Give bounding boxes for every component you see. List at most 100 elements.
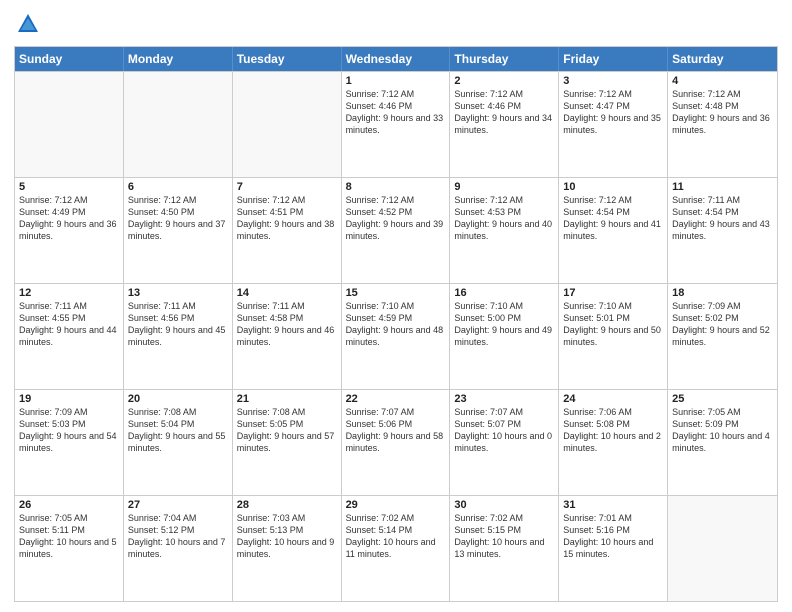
day-info: Sunrise: 7:11 AM Sunset: 4:54 PM Dayligh…: [672, 194, 773, 243]
day-number: 5: [19, 181, 119, 193]
calendar-cell: 6Sunrise: 7:12 AM Sunset: 4:50 PM Daylig…: [124, 178, 233, 283]
day-info: Sunrise: 7:11 AM Sunset: 4:55 PM Dayligh…: [19, 300, 119, 349]
calendar-week-row: 19Sunrise: 7:09 AM Sunset: 5:03 PM Dayli…: [15, 389, 777, 495]
day-number: 17: [563, 287, 663, 299]
day-number: 19: [19, 393, 119, 405]
calendar-cell: 16Sunrise: 7:10 AM Sunset: 5:00 PM Dayli…: [450, 284, 559, 389]
calendar-cell: 23Sunrise: 7:07 AM Sunset: 5:07 PM Dayli…: [450, 390, 559, 495]
day-number: 7: [237, 181, 337, 193]
calendar-cell: 18Sunrise: 7:09 AM Sunset: 5:02 PM Dayli…: [668, 284, 777, 389]
calendar-cell: 14Sunrise: 7:11 AM Sunset: 4:58 PM Dayli…: [233, 284, 342, 389]
day-info: Sunrise: 7:04 AM Sunset: 5:12 PM Dayligh…: [128, 512, 228, 561]
calendar-cell: [124, 72, 233, 177]
calendar-cell: 8Sunrise: 7:12 AM Sunset: 4:52 PM Daylig…: [342, 178, 451, 283]
day-number: 9: [454, 181, 554, 193]
calendar-cell: 27Sunrise: 7:04 AM Sunset: 5:12 PM Dayli…: [124, 496, 233, 601]
calendar-week-row: 12Sunrise: 7:11 AM Sunset: 4:55 PM Dayli…: [15, 283, 777, 389]
day-number: 18: [672, 287, 773, 299]
calendar-cell: 31Sunrise: 7:01 AM Sunset: 5:16 PM Dayli…: [559, 496, 668, 601]
logo: [14, 10, 46, 38]
day-number: 3: [563, 75, 663, 87]
day-number: 26: [19, 499, 119, 511]
calendar-cell: 24Sunrise: 7:06 AM Sunset: 5:08 PM Dayli…: [559, 390, 668, 495]
day-info: Sunrise: 7:01 AM Sunset: 5:16 PM Dayligh…: [563, 512, 663, 561]
day-info: Sunrise: 7:11 AM Sunset: 4:56 PM Dayligh…: [128, 300, 228, 349]
weekday-header: Sunday: [15, 47, 124, 71]
calendar-cell: [668, 496, 777, 601]
page: SundayMondayTuesdayWednesdayThursdayFrid…: [0, 0, 792, 612]
day-number: 8: [346, 181, 446, 193]
calendar-cell: [233, 72, 342, 177]
day-number: 25: [672, 393, 773, 405]
day-info: Sunrise: 7:10 AM Sunset: 4:59 PM Dayligh…: [346, 300, 446, 349]
day-info: Sunrise: 7:12 AM Sunset: 4:50 PM Dayligh…: [128, 194, 228, 243]
calendar-cell: 29Sunrise: 7:02 AM Sunset: 5:14 PM Dayli…: [342, 496, 451, 601]
calendar-cell: 20Sunrise: 7:08 AM Sunset: 5:04 PM Dayli…: [124, 390, 233, 495]
day-number: 1: [346, 75, 446, 87]
day-info: Sunrise: 7:06 AM Sunset: 5:08 PM Dayligh…: [563, 406, 663, 455]
day-number: 6: [128, 181, 228, 193]
day-info: Sunrise: 7:08 AM Sunset: 5:05 PM Dayligh…: [237, 406, 337, 455]
day-info: Sunrise: 7:12 AM Sunset: 4:53 PM Dayligh…: [454, 194, 554, 243]
day-info: Sunrise: 7:07 AM Sunset: 5:06 PM Dayligh…: [346, 406, 446, 455]
logo-icon: [14, 10, 42, 38]
day-info: Sunrise: 7:12 AM Sunset: 4:46 PM Dayligh…: [346, 88, 446, 137]
calendar-cell: 17Sunrise: 7:10 AM Sunset: 5:01 PM Dayli…: [559, 284, 668, 389]
weekday-header: Friday: [559, 47, 668, 71]
day-number: 14: [237, 287, 337, 299]
day-number: 27: [128, 499, 228, 511]
day-info: Sunrise: 7:09 AM Sunset: 5:03 PM Dayligh…: [19, 406, 119, 455]
weekday-header: Thursday: [450, 47, 559, 71]
day-number: 21: [237, 393, 337, 405]
day-info: Sunrise: 7:12 AM Sunset: 4:47 PM Dayligh…: [563, 88, 663, 137]
weekday-header: Wednesday: [342, 47, 451, 71]
day-number: 16: [454, 287, 554, 299]
day-number: 31: [563, 499, 663, 511]
calendar-cell: 22Sunrise: 7:07 AM Sunset: 5:06 PM Dayli…: [342, 390, 451, 495]
calendar-cell: 19Sunrise: 7:09 AM Sunset: 5:03 PM Dayli…: [15, 390, 124, 495]
day-info: Sunrise: 7:10 AM Sunset: 5:00 PM Dayligh…: [454, 300, 554, 349]
day-number: 30: [454, 499, 554, 511]
calendar: SundayMondayTuesdayWednesdayThursdayFrid…: [14, 46, 778, 602]
calendar-cell: 10Sunrise: 7:12 AM Sunset: 4:54 PM Dayli…: [559, 178, 668, 283]
day-number: 28: [237, 499, 337, 511]
day-number: 23: [454, 393, 554, 405]
calendar-cell: 28Sunrise: 7:03 AM Sunset: 5:13 PM Dayli…: [233, 496, 342, 601]
day-info: Sunrise: 7:10 AM Sunset: 5:01 PM Dayligh…: [563, 300, 663, 349]
calendar-cell: 9Sunrise: 7:12 AM Sunset: 4:53 PM Daylig…: [450, 178, 559, 283]
calendar-cell: 5Sunrise: 7:12 AM Sunset: 4:49 PM Daylig…: [15, 178, 124, 283]
calendar-body: 1Sunrise: 7:12 AM Sunset: 4:46 PM Daylig…: [15, 71, 777, 601]
day-info: Sunrise: 7:12 AM Sunset: 4:48 PM Dayligh…: [672, 88, 773, 137]
day-number: 4: [672, 75, 773, 87]
day-info: Sunrise: 7:05 AM Sunset: 5:09 PM Dayligh…: [672, 406, 773, 455]
calendar-week-row: 5Sunrise: 7:12 AM Sunset: 4:49 PM Daylig…: [15, 177, 777, 283]
day-number: 13: [128, 287, 228, 299]
day-info: Sunrise: 7:09 AM Sunset: 5:02 PM Dayligh…: [672, 300, 773, 349]
day-info: Sunrise: 7:12 AM Sunset: 4:46 PM Dayligh…: [454, 88, 554, 137]
weekday-header: Saturday: [668, 47, 777, 71]
calendar-cell: 21Sunrise: 7:08 AM Sunset: 5:05 PM Dayli…: [233, 390, 342, 495]
header: [14, 10, 778, 38]
calendar-week-row: 1Sunrise: 7:12 AM Sunset: 4:46 PM Daylig…: [15, 71, 777, 177]
calendar-cell: 11Sunrise: 7:11 AM Sunset: 4:54 PM Dayli…: [668, 178, 777, 283]
day-number: 22: [346, 393, 446, 405]
calendar-cell: 25Sunrise: 7:05 AM Sunset: 5:09 PM Dayli…: [668, 390, 777, 495]
day-info: Sunrise: 7:12 AM Sunset: 4:51 PM Dayligh…: [237, 194, 337, 243]
day-number: 11: [672, 181, 773, 193]
weekday-header: Tuesday: [233, 47, 342, 71]
calendar-week-row: 26Sunrise: 7:05 AM Sunset: 5:11 PM Dayli…: [15, 495, 777, 601]
calendar-cell: [15, 72, 124, 177]
calendar-cell: 1Sunrise: 7:12 AM Sunset: 4:46 PM Daylig…: [342, 72, 451, 177]
calendar-cell: 3Sunrise: 7:12 AM Sunset: 4:47 PM Daylig…: [559, 72, 668, 177]
day-number: 10: [563, 181, 663, 193]
calendar-cell: 12Sunrise: 7:11 AM Sunset: 4:55 PM Dayli…: [15, 284, 124, 389]
calendar-header-row: SundayMondayTuesdayWednesdayThursdayFrid…: [15, 47, 777, 71]
day-number: 12: [19, 287, 119, 299]
weekday-header: Monday: [124, 47, 233, 71]
day-info: Sunrise: 7:12 AM Sunset: 4:54 PM Dayligh…: [563, 194, 663, 243]
day-number: 15: [346, 287, 446, 299]
calendar-cell: 7Sunrise: 7:12 AM Sunset: 4:51 PM Daylig…: [233, 178, 342, 283]
calendar-cell: 26Sunrise: 7:05 AM Sunset: 5:11 PM Dayli…: [15, 496, 124, 601]
day-info: Sunrise: 7:07 AM Sunset: 5:07 PM Dayligh…: [454, 406, 554, 455]
calendar-cell: 30Sunrise: 7:02 AM Sunset: 5:15 PM Dayli…: [450, 496, 559, 601]
